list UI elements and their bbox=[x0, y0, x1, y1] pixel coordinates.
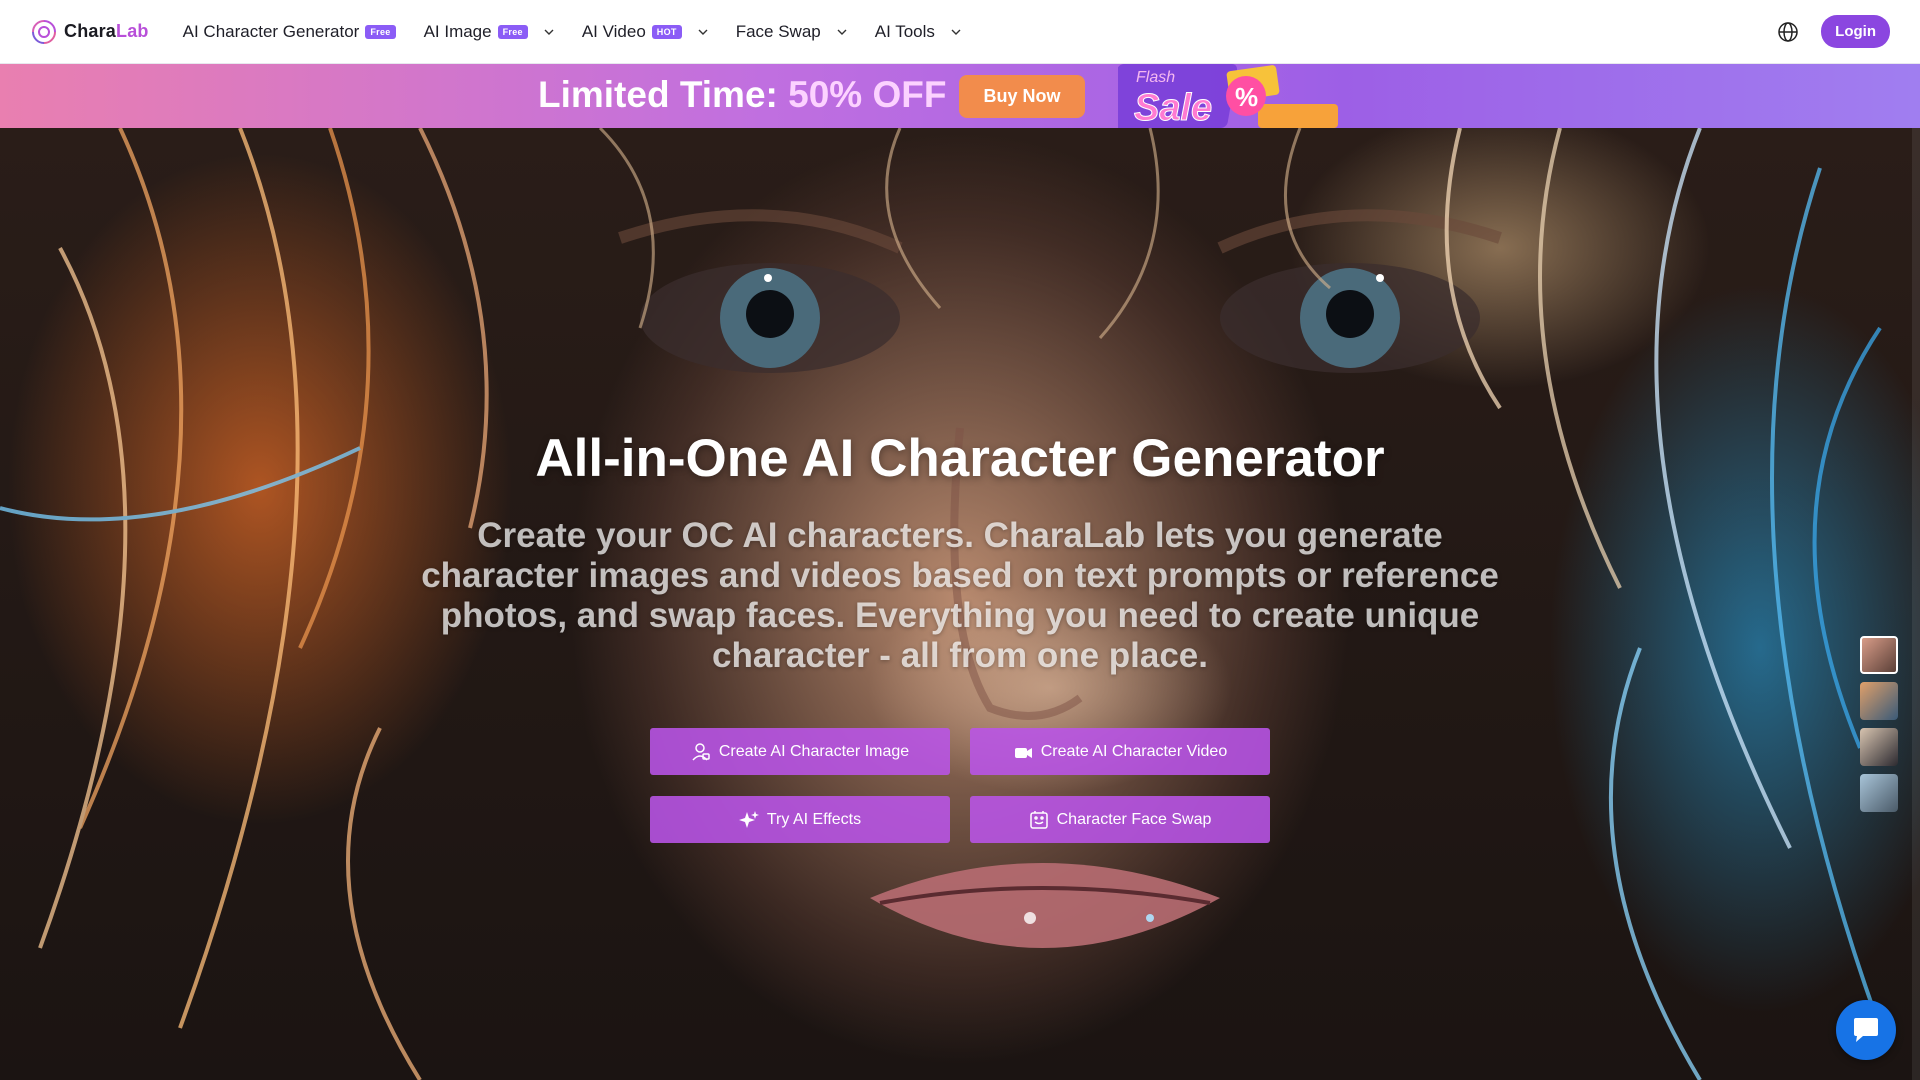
logo-wordmark: CharaLab bbox=[64, 21, 149, 41]
hero-title: All-in-One AI Character Generator bbox=[535, 429, 1385, 488]
cta-label: Try AI Effects bbox=[766, 810, 862, 828]
flash-sale-graphic: Flash Sale % bbox=[1118, 64, 1338, 128]
svg-text:Sale: Sale bbox=[1134, 87, 1212, 128]
slide-thumbnail[interactable] bbox=[1860, 682, 1898, 720]
charalab-logo[interactable]: CharaLab bbox=[30, 18, 149, 46]
create-character-video-button[interactable]: Create AI Character Video bbox=[970, 728, 1270, 775]
nav-item-label: AI Video bbox=[581, 21, 646, 41]
top-navigation: CharaLab AI Character Generator Free AI … bbox=[0, 0, 1920, 64]
sparkles-icon bbox=[738, 810, 759, 828]
buy-now-button[interactable]: Buy Now bbox=[959, 75, 1085, 118]
chat-bubble-icon bbox=[1854, 1018, 1878, 1042]
chevron-down-icon bbox=[951, 29, 961, 35]
nav-ai-image[interactable]: AI Image Free bbox=[424, 22, 554, 42]
create-character-image-button[interactable]: Create AI Character Image bbox=[650, 728, 950, 775]
character-face-swap-button[interactable]: Character Face Swap bbox=[970, 796, 1270, 843]
cta-label: Character Face Swap bbox=[1056, 810, 1212, 828]
free-badge: Free bbox=[365, 24, 396, 39]
hero-description: Create your OC AI characters. CharaLab l… bbox=[421, 516, 1499, 675]
try-ai-effects-button[interactable]: Try AI Effects bbox=[650, 796, 950, 843]
chevron-down-icon bbox=[544, 29, 554, 35]
logo-swirl-icon bbox=[32, 19, 56, 44]
promo-banner: Limited Time: 50% OFF Buy Now Flash Sale… bbox=[0, 64, 1920, 128]
nav-ai-tools[interactable]: AI Tools bbox=[875, 22, 961, 42]
svg-text:Flash: Flash bbox=[1136, 69, 1175, 86]
face-swap-icon bbox=[1029, 810, 1048, 829]
hot-badge: HOT bbox=[651, 24, 682, 39]
login-button[interactable]: Login bbox=[1821, 15, 1890, 48]
hero-section: All-in-One AI Character Generator Create… bbox=[0, 128, 1920, 1080]
cta-label: Create AI Character Video bbox=[1040, 742, 1228, 760]
chat-support-button[interactable] bbox=[1836, 1000, 1896, 1060]
globe-icon[interactable] bbox=[1777, 21, 1799, 43]
hero-slide-thumbnails bbox=[1860, 636, 1898, 812]
slide-thumbnail[interactable] bbox=[1860, 728, 1898, 766]
nav-item-label: AI Tools bbox=[874, 21, 935, 41]
nav-ai-video[interactable]: AI Video HOT bbox=[582, 22, 708, 42]
svg-text:%: % bbox=[1235, 82, 1258, 112]
nav-ai-character-generator[interactable]: AI Character Generator Free bbox=[183, 22, 396, 42]
cta-label: Create AI Character Image bbox=[718, 742, 910, 760]
free-badge: Free bbox=[497, 24, 528, 39]
page-scrollbar[interactable] bbox=[1912, 128, 1920, 1080]
slide-thumbnail[interactable] bbox=[1860, 636, 1898, 674]
chevron-down-icon bbox=[837, 29, 847, 35]
nav-face-swap[interactable]: Face Swap bbox=[736, 22, 847, 42]
user-image-icon bbox=[692, 742, 710, 761]
nav-item-label: AI Character Generator bbox=[182, 21, 360, 41]
nav-item-label: AI Image bbox=[423, 21, 492, 41]
promo-text: Limited Time: 50% OFF bbox=[538, 74, 947, 115]
nav-item-label: Face Swap bbox=[735, 21, 821, 41]
video-camera-icon bbox=[1014, 747, 1032, 758]
chevron-down-icon bbox=[698, 29, 708, 35]
slide-thumbnail[interactable] bbox=[1860, 774, 1898, 812]
